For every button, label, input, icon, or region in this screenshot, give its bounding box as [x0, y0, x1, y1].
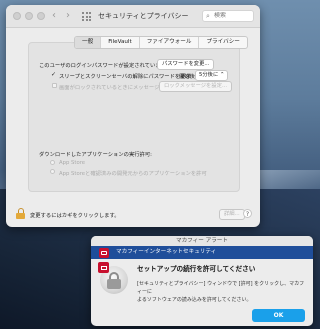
mcafee-badge-icon	[98, 262, 109, 273]
mcafee-alert-window: マカフィー アラート マカフィーインターネットセキュリティ セットアップの続行を…	[91, 236, 313, 326]
tab-firewall[interactable]: ファイアウォール	[140, 37, 200, 48]
alert-brand-text: マカフィーインターネットセキュリティ	[116, 249, 217, 255]
alert-heading: セットアップの続行を許可してください	[137, 265, 256, 273]
login-password-text: このユーザのログインパスワードが設定されています	[39, 63, 166, 69]
app-store-and-developers-radio[interactable]	[50, 169, 55, 174]
search-icon: ⌕	[206, 12, 210, 20]
close-window-button[interactable]	[13, 12, 21, 20]
require-password-delay-select[interactable]: 5分後に ⌃	[195, 70, 229, 81]
advanced-button[interactable]: 詳細...	[219, 209, 245, 220]
title-bar: ‹ › セキュリティとプライバシー ⌕	[6, 5, 260, 28]
tab-filevault[interactable]: FileVault	[101, 37, 140, 48]
forward-button[interactable]: ›	[66, 10, 70, 22]
tab-bar: 一般 FileVault ファイアウォール プライバシー	[74, 36, 248, 49]
show-all-grid-icon[interactable]	[82, 12, 91, 21]
lock-message-label: 画面がロックされているときにメッセージを表示	[59, 85, 176, 91]
alert-lock-icon	[98, 262, 128, 294]
tab-privacy[interactable]: プライバシー	[199, 37, 246, 48]
alert-brand-bar: マカフィーインターネットセキュリティ	[91, 246, 313, 259]
ok-button[interactable]: OK	[252, 309, 305, 322]
lock-hint-text: 変更するにはカギをクリックします。	[30, 213, 120, 219]
search-input[interactable]	[214, 12, 252, 19]
alert-body-line2: よるソフトウェアの読み込みを許可してください。	[137, 297, 252, 303]
security-privacy-window: ‹ › セキュリティとプライバシー ⌕ 一般 FileVault ファイアウォー…	[6, 5, 260, 227]
lock-icon[interactable]	[16, 208, 25, 219]
window-controls	[13, 12, 45, 20]
require-password-label: スリープとスクリーンセーバの解除にパスワードを要求	[59, 74, 191, 80]
allow-apps-heading: ダウンロードしたアプリケーションの実行許可:	[39, 152, 152, 158]
lock-message-checkbox[interactable]	[52, 83, 57, 88]
change-password-button[interactable]: パスワードを変更...	[157, 59, 215, 70]
mcafee-logo-icon	[99, 247, 109, 258]
chevron-updown-icon: ⌃	[219, 72, 225, 78]
app-store-option-label: App Store	[59, 160, 86, 166]
general-panel: このユーザのログインパスワードが設定されています パスワードを変更... ✓ ス…	[28, 42, 240, 192]
tab-general[interactable]: 一般	[75, 37, 102, 48]
alert-body-line1: [セキュリティとプライバシー] ウィンドウで [許可] をクリックし、マカフィー…	[137, 281, 305, 295]
window-title: セキュリティとプライバシー	[98, 12, 189, 20]
app-store-and-developers-label: App Storeと確認済みの開発元からのアプリケーションを許可	[59, 171, 207, 177]
set-lock-message-button[interactable]: ロックメッセージを設定...	[159, 81, 232, 92]
bottom-bar: 変更するにはカギをクリックします。 詳細... ?	[6, 201, 260, 227]
alert-body: [セキュリティとプライバシー] ウィンドウで [許可] をクリックし、マカフィー…	[137, 280, 307, 304]
require-password-after-label: 開始後	[179, 74, 195, 80]
require-password-delay-value: 5分後に	[199, 72, 219, 78]
minimize-window-button[interactable]	[25, 12, 33, 20]
app-store-radio[interactable]	[50, 160, 55, 165]
zoom-window-button[interactable]	[37, 12, 45, 20]
require-password-checkbox[interactable]: ✓	[51, 71, 56, 78]
back-button[interactable]: ‹	[52, 10, 56, 22]
help-button[interactable]: ?	[243, 209, 252, 218]
search-field[interactable]: ⌕	[202, 10, 254, 22]
alert-title: マカフィー アラート	[91, 236, 313, 246]
